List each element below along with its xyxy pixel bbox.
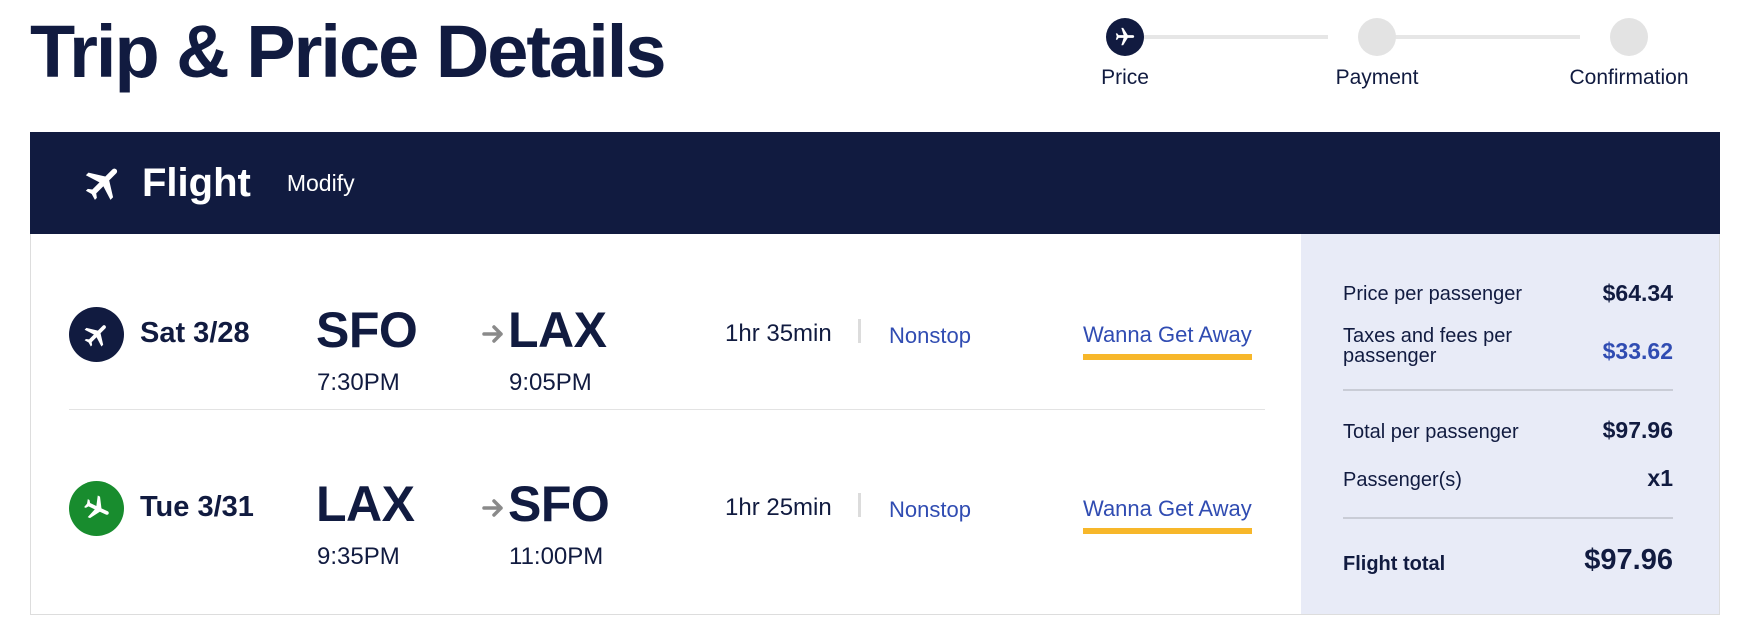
flight-total-value: $97.96 xyxy=(1584,544,1673,576)
step-confirmation-label: Confirmation xyxy=(1569,66,1689,89)
origin-airport-code: SFO xyxy=(316,302,418,358)
leg-date: Tue 3/31 xyxy=(140,491,254,523)
progress-stepper: Price Payment Confirmation xyxy=(1090,14,1710,89)
flight-details-card: Sat 3/28 SFO 7:30PM LAX 9:05PM 1hr 35min… xyxy=(30,234,1720,615)
modify-flight-link[interactable]: Modify xyxy=(287,170,355,197)
fare-type-link[interactable]: Wanna Get Away xyxy=(1083,496,1252,534)
flight-section-title: Flight xyxy=(142,160,251,205)
passengers-value: x1 xyxy=(1647,465,1673,491)
departure-time: 7:30PM xyxy=(317,369,400,396)
summary-divider xyxy=(1343,389,1673,391)
page-title: Trip & Price Details xyxy=(30,10,666,93)
arrival-time: 9:05PM xyxy=(509,369,592,396)
summary-divider xyxy=(1343,517,1673,519)
step-confirmation-dot xyxy=(1610,18,1648,56)
leg-date: Sat 3/28 xyxy=(140,317,250,349)
flight-leg-returning: Tue 3/31 LAX 9:35PM SFO 11:00PM 1hr 25mi… xyxy=(69,453,1296,573)
departing-plane-icon xyxy=(84,324,106,346)
price-per-passenger-label: Price per passenger xyxy=(1343,283,1522,305)
passengers-label: Passenger(s) xyxy=(1343,469,1462,491)
flight-leg-departing: Sat 3/28 SFO 7:30PM LAX 9:05PM 1hr 35min… xyxy=(69,279,1296,399)
divider xyxy=(858,493,861,517)
returning-plane-badge xyxy=(69,481,124,536)
step-price-label: Price xyxy=(1101,66,1149,89)
fare-type-link[interactable]: Wanna Get Away xyxy=(1083,322,1252,360)
flight-duration: 1hr 25min xyxy=(725,494,832,521)
price-summary-panel: Price per passenger $64.34 Taxes and fee… xyxy=(1301,234,1719,614)
flight-total-label: Flight total xyxy=(1343,553,1446,575)
step-payment-label: Payment xyxy=(1335,66,1419,89)
taxes-per-passenger-label: Taxes and fees per passenger xyxy=(1343,325,1512,367)
destination-airport-code: LAX xyxy=(508,302,607,358)
stops-link[interactable]: Nonstop xyxy=(889,497,971,523)
price-per-passenger-value: $64.34 xyxy=(1602,280,1673,306)
arrow-right-icon xyxy=(482,325,503,343)
airplane-icon xyxy=(85,168,118,200)
total-per-passenger-value: $97.96 xyxy=(1602,417,1673,443)
origin-airport-code: LAX xyxy=(316,476,415,532)
divider xyxy=(858,319,861,343)
arrival-time: 11:00PM xyxy=(509,543,604,570)
flight-section-header: Flight Modify xyxy=(30,132,1720,234)
step-connector xyxy=(1132,35,1328,39)
departing-plane-badge xyxy=(69,307,124,362)
total-per-passenger-label: Total per passenger xyxy=(1343,421,1519,443)
returning-plane-icon xyxy=(83,495,109,518)
departure-time: 9:35PM xyxy=(317,543,400,570)
destination-airport-code: SFO xyxy=(508,476,610,532)
leg-divider xyxy=(69,409,1265,410)
arrow-right-icon xyxy=(482,499,503,517)
airplane-icon xyxy=(1115,27,1135,46)
stops-link[interactable]: Nonstop xyxy=(889,323,971,349)
step-connector xyxy=(1384,35,1580,39)
step-price-dot xyxy=(1106,18,1144,56)
step-payment-dot xyxy=(1358,18,1396,56)
taxes-per-passenger-value[interactable]: $33.62 xyxy=(1603,338,1673,365)
flight-duration: 1hr 35min xyxy=(725,320,832,347)
